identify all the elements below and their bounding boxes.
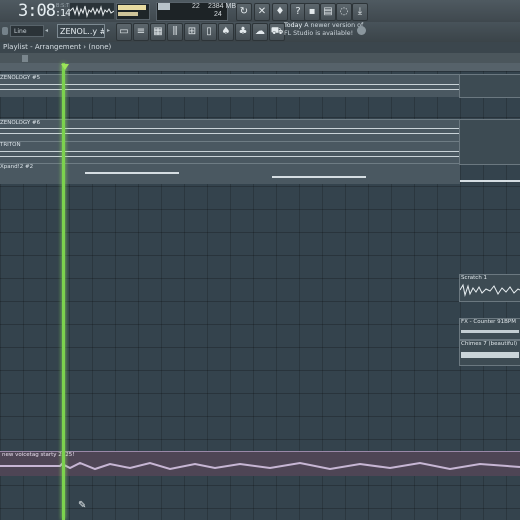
download-icon[interactable]: ⤓ xyxy=(352,3,368,21)
clip-waveform xyxy=(460,283,520,297)
cart-icon[interactable]: ⛟ xyxy=(269,23,285,41)
waveform-scope xyxy=(70,3,114,19)
snap-dropdown[interactable]: Line xyxy=(10,25,44,37)
clip-label: Chimes 7 (beautiful) xyxy=(461,341,518,347)
arrow-right-icon[interactable]: ▸ xyxy=(107,27,110,34)
playlist-icon[interactable]: ▭ xyxy=(116,23,132,41)
export-icon[interactable]: ▤ xyxy=(320,3,336,21)
playlist-sub: (none) xyxy=(88,43,112,51)
eq-icon[interactable]: ⊞ xyxy=(184,23,200,41)
clip-label: Scratch 1 xyxy=(461,275,488,281)
note-line xyxy=(272,176,366,178)
mouse-cursor-icon: ✎ xyxy=(78,500,87,511)
save-icon[interactable]: ▪ xyxy=(304,3,320,21)
pianoroll-icon[interactable]: ≡ xyxy=(133,23,149,41)
chat-icon[interactable]: ◌ xyxy=(336,3,352,21)
track-clip-zenology5[interactable] xyxy=(0,74,460,97)
clip-right-zenology6[interactable] xyxy=(459,119,520,165)
ram-usage: 2384 MB xyxy=(208,3,237,10)
clip-waveform xyxy=(461,330,519,333)
cpu-graph-icon xyxy=(158,3,170,10)
clip-waveform xyxy=(461,352,519,358)
arrow-left-icon[interactable]: ◂ xyxy=(45,27,48,34)
pattern-selector[interactable]: ZENOL..y #10 xyxy=(57,24,105,38)
track-label: TRITON xyxy=(0,142,21,148)
track-label: Xpand!2 #2 xyxy=(0,164,34,170)
browser-icon[interactable]: ▯ xyxy=(201,23,217,41)
hint-message-2: FL Studio is available! xyxy=(284,30,354,37)
note-line xyxy=(0,156,460,157)
hint-bar: Today A newer version of FL Studio is ava… xyxy=(284,22,484,42)
track-label: ZENOLOGY #6 xyxy=(0,120,41,126)
clip-label: FX - Counter 91BPM xyxy=(461,319,516,325)
mixer-icon[interactable]: ✕ xyxy=(254,3,270,21)
note-line xyxy=(85,172,179,174)
playhead-marker-icon[interactable] xyxy=(61,64,69,70)
mixer2-icon[interactable]: ⫼ xyxy=(167,23,183,41)
cpu-bottom: 24 xyxy=(214,11,222,18)
time-unit: B:S:T xyxy=(56,3,70,9)
timeline-ruler[interactable] xyxy=(0,63,520,71)
track-clip-zenology6[interactable] xyxy=(0,119,460,142)
cpu-top: 22 xyxy=(192,3,200,10)
hint-title: Today xyxy=(284,22,303,29)
track-clip-triton[interactable] xyxy=(0,141,460,164)
playlist-title[interactable]: Playlist - Arrangement › (none) xyxy=(0,42,520,53)
track-clip-xpand2[interactable] xyxy=(0,163,460,184)
lock-icon[interactable] xyxy=(2,27,8,35)
playhead[interactable] xyxy=(62,63,65,520)
note-line xyxy=(0,128,460,129)
note-line xyxy=(0,133,460,134)
note-line xyxy=(0,151,460,152)
plugin-icon[interactable]: ♠ xyxy=(218,23,234,41)
meter-right xyxy=(118,12,138,16)
playlist-title-text: Playlist - Arrangement xyxy=(3,43,82,51)
scroll-thumb[interactable] xyxy=(22,55,28,62)
clip-right-zenology5[interactable] xyxy=(459,74,520,98)
loop-icon[interactable]: ↻ xyxy=(236,3,252,21)
meter-left xyxy=(118,5,146,10)
tempo-icon[interactable]: ♣ xyxy=(235,23,251,41)
mic-icon[interactable]: ♦ xyxy=(272,3,288,21)
voicetag-waveform xyxy=(0,461,520,471)
note-line xyxy=(0,89,460,90)
note-line xyxy=(0,84,460,85)
title-separator: › xyxy=(83,43,87,51)
hint-message: A newer version of xyxy=(304,22,364,29)
globe-icon[interactable] xyxy=(357,26,366,35)
cloud-icon[interactable]: ☁ xyxy=(252,23,268,41)
channelrack-icon[interactable]: ▦ xyxy=(150,23,166,41)
note-line xyxy=(460,180,520,182)
track-label: ZENOLOGY #5 xyxy=(0,75,41,81)
